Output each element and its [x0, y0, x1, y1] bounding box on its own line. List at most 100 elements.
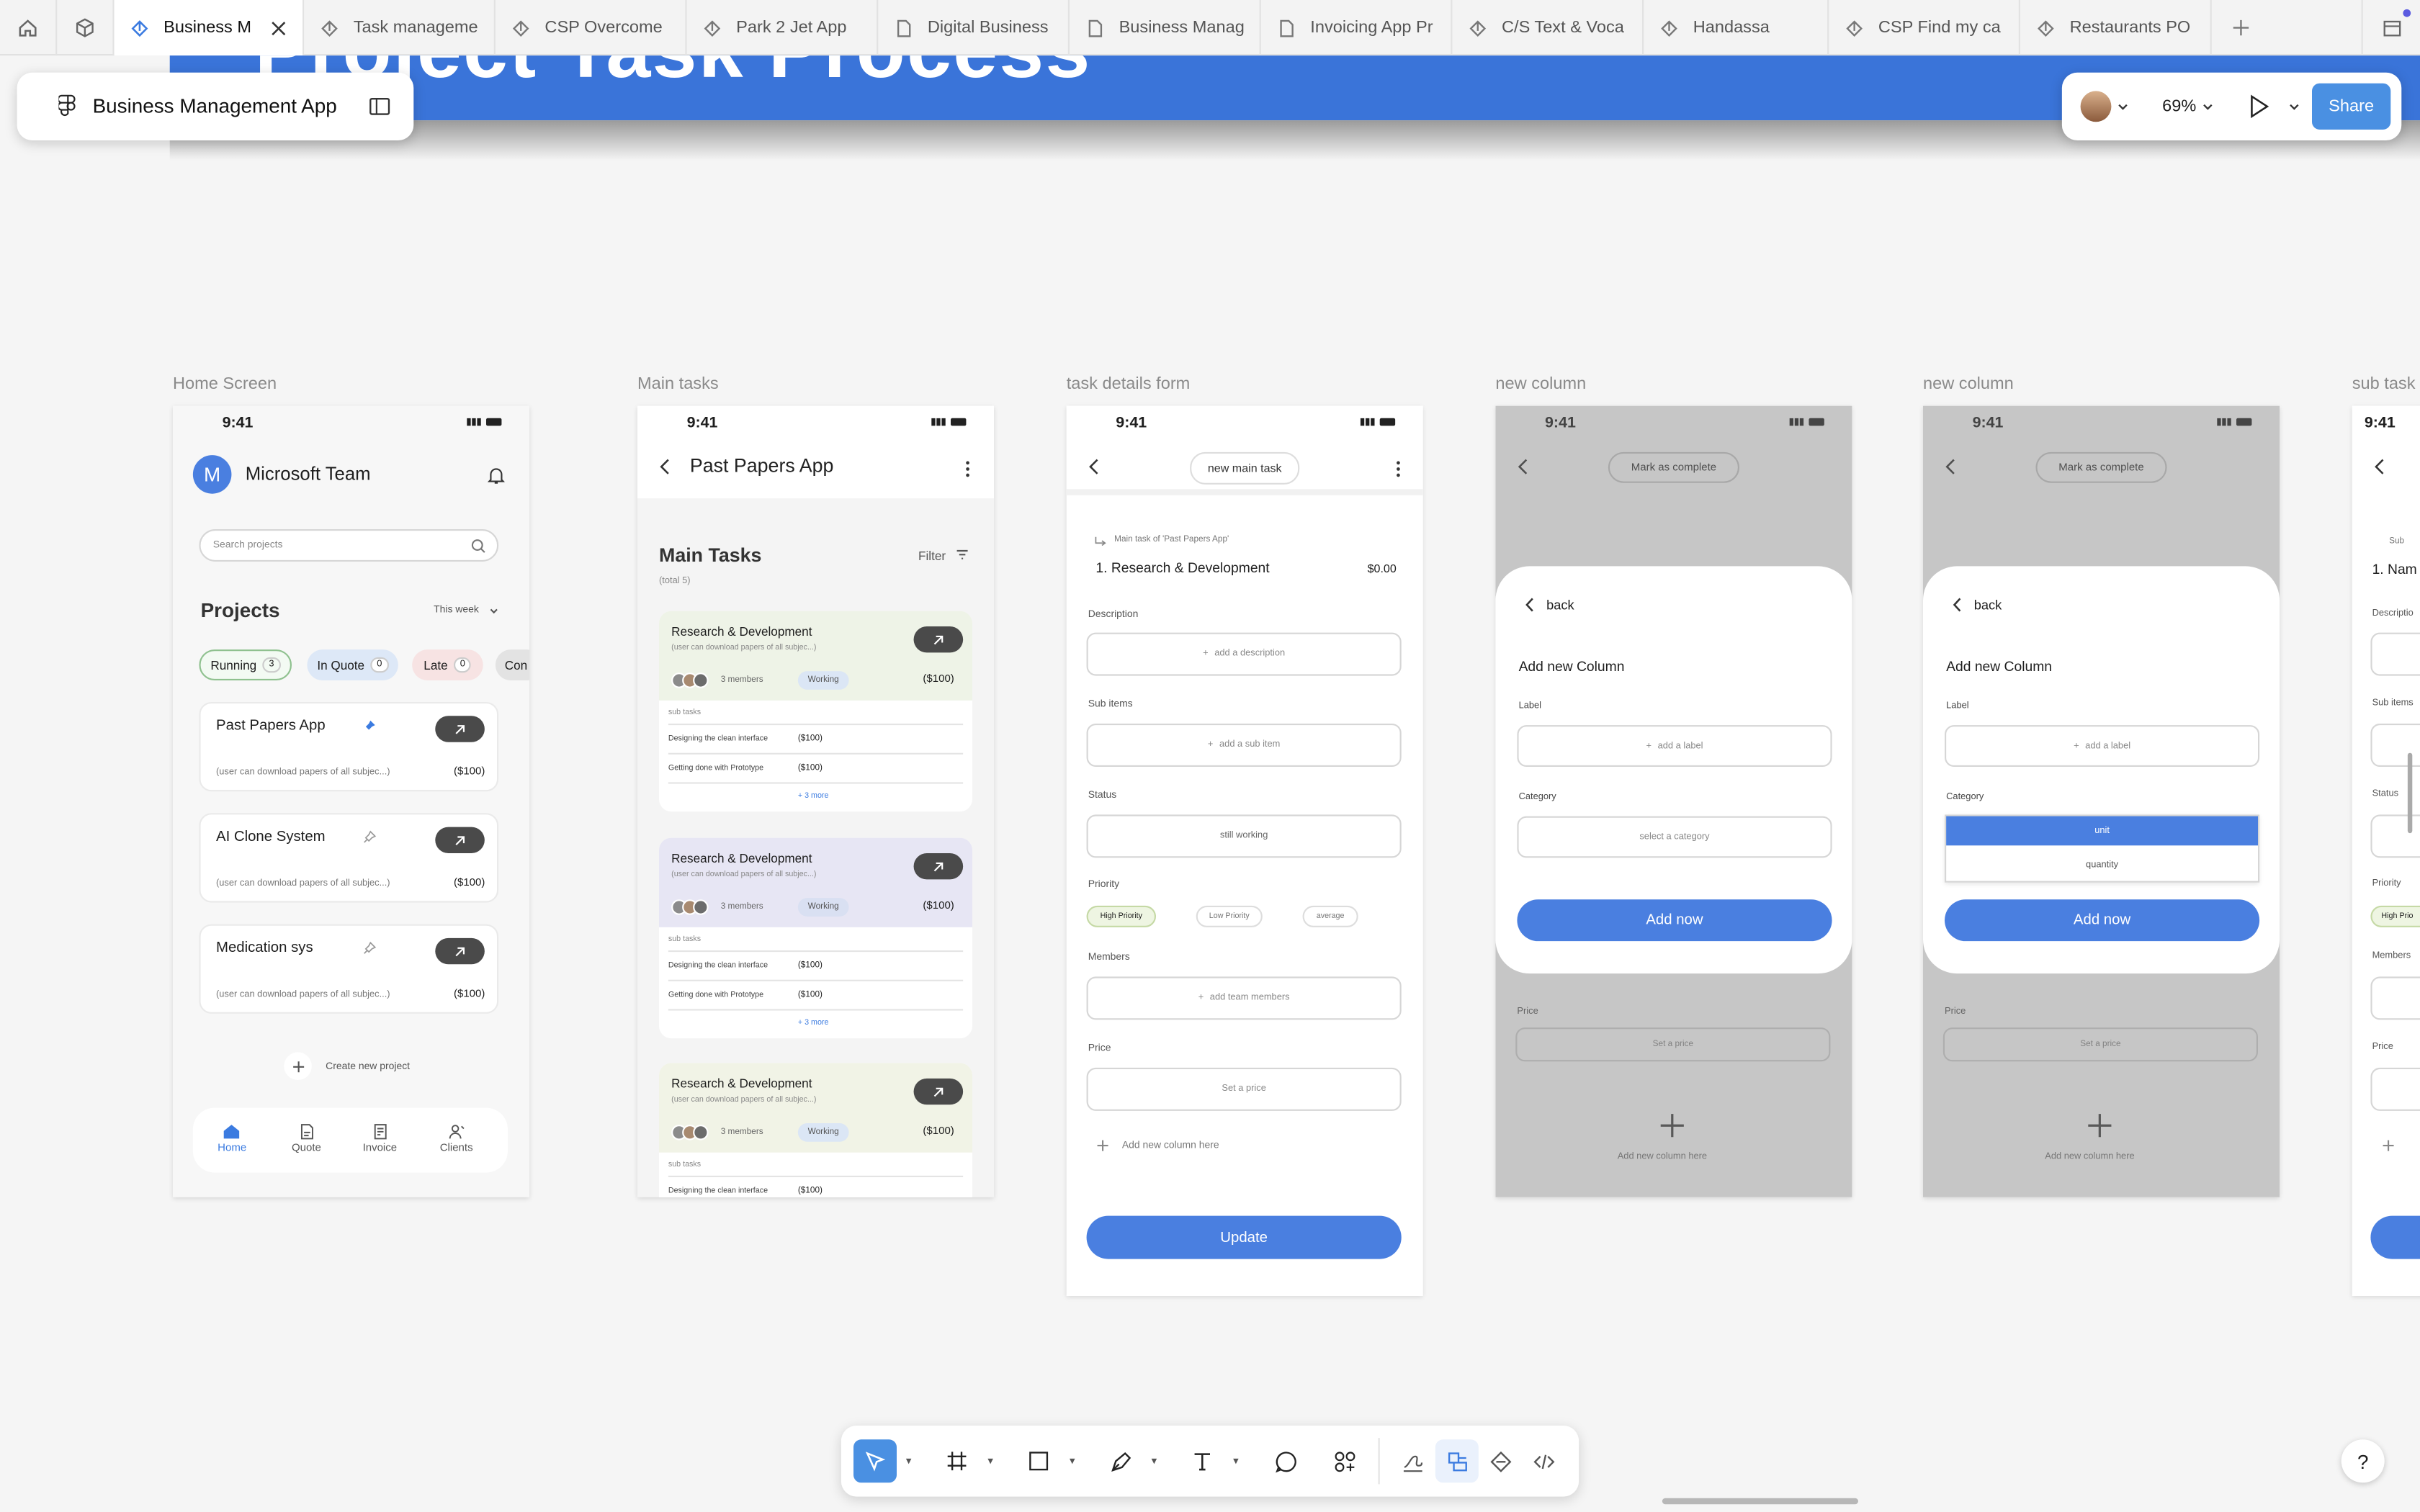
present-play-icon[interactable] — [2249, 94, 2270, 119]
priority-high[interactable]: High Prio — [2370, 905, 2420, 927]
tab-handassa[interactable]: Handassa — [1644, 0, 1829, 56]
nav-clients[interactable]: Clients — [440, 1123, 473, 1154]
price-field[interactable]: Set a price — [1086, 1067, 1402, 1111]
subitems-field[interactable] — [2370, 723, 2420, 767]
open-task-button[interactable] — [913, 1078, 964, 1105]
plus-icon[interactable] — [1095, 1138, 1109, 1152]
nav-quote[interactable]: Quote — [292, 1123, 321, 1154]
sub-task-frame[interactable]: 9:41 Sub 1. Nam Descriptio Sub items Sta… — [2352, 405, 2420, 1296]
status-field[interactable] — [2370, 814, 2420, 858]
back-icon[interactable] — [1088, 458, 1099, 475]
rectangle-tool[interactable] — [1017, 1439, 1060, 1482]
more-icon[interactable] — [1395, 460, 1402, 479]
tab-business-manag[interactable]: Business Manag — [1070, 0, 1261, 56]
plus-icon[interactable] — [2381, 1138, 2395, 1152]
frame-label-sub-task[interactable]: sub task — [2352, 375, 2416, 394]
file-name[interactable]: Business Management App — [93, 94, 337, 117]
project-card[interactable]: Medication sys (user can download papers… — [199, 924, 499, 1014]
task-card[interactable]: Research & Development (user can downloa… — [659, 837, 972, 1039]
draw-tool[interactable] — [1391, 1439, 1434, 1482]
search-input[interactable]: Search projects — [199, 529, 499, 562]
tab-restaurants[interactable]: Restaurants PO — [2020, 0, 2212, 56]
more-subtasks-link[interactable]: + 3 more — [798, 791, 829, 801]
option-unit[interactable]: unit — [1946, 816, 2258, 846]
subtasks-label[interactable]: sub tasks — [668, 708, 701, 718]
nav-invoice[interactable]: Invoice — [363, 1123, 397, 1154]
members-field[interactable]: + add team members — [1086, 976, 1402, 1020]
frame-label-main-tasks[interactable]: Main tasks — [637, 375, 719, 394]
chevron-down-icon[interactable]: ▾ — [1233, 1455, 1239, 1467]
tab-invoicing-app[interactable]: Invoicing App Pr — [1261, 0, 1453, 56]
price-field[interactable] — [2370, 1067, 2420, 1111]
frame-label-new-column-2[interactable]: new column — [1923, 375, 2014, 394]
filter-late[interactable]: Late 0 — [412, 649, 483, 680]
chevron-down-icon[interactable]: ▾ — [987, 1455, 993, 1467]
add-now-button[interactable]: Add now — [1945, 899, 2260, 942]
open-project-button[interactable] — [435, 716, 485, 742]
description-field[interactable] — [2370, 632, 2420, 676]
pin-icon[interactable] — [363, 719, 377, 733]
back-link[interactable]: back — [1974, 597, 2002, 612]
tab-csp-overcome[interactable]: CSP Overcome — [496, 0, 687, 56]
create-project-button[interactable] — [284, 1052, 312, 1080]
create-project-label[interactable]: Create new project — [326, 1061, 410, 1072]
back-icon[interactable] — [1953, 597, 1962, 612]
task-card[interactable]: Research & Development (user can downloa… — [659, 611, 972, 812]
task-name[interactable]: 1. Research & Development — [1095, 560, 1269, 575]
main-tasks-frame[interactable]: 9:41 ▮▮▮ Past Papers App Main Tasks (tota… — [637, 405, 994, 1197]
open-task-button[interactable] — [913, 853, 964, 880]
back-icon[interactable] — [659, 458, 670, 475]
project-card[interactable]: Past Papers App (user can download paper… — [199, 701, 499, 792]
frame-tool[interactable] — [936, 1439, 979, 1482]
horizontal-scrollbar[interactable] — [1662, 1498, 1858, 1505]
update-button[interactable] — [2370, 1215, 2420, 1259]
library-icon[interactable] — [2361, 0, 2420, 56]
nav-home[interactable]: Home — [218, 1123, 246, 1154]
filter-running[interactable]: Running 3 — [199, 649, 292, 680]
user-avatar[interactable] — [2080, 91, 2112, 122]
comment-tool[interactable] — [1264, 1439, 1307, 1482]
chevron-down-icon[interactable] — [2289, 104, 2300, 112]
filter-button[interactable]: Filter — [918, 549, 946, 563]
subtasks-label[interactable]: sub tasks — [668, 935, 701, 945]
add-column-link[interactable]: Add new column here — [1122, 1140, 1219, 1151]
dev-mode-tool[interactable] — [1522, 1439, 1565, 1482]
category-dropdown[interactable]: unit quantity — [1945, 814, 2260, 883]
subitems-field[interactable]: + add a sub item — [1086, 723, 1402, 767]
period-select[interactable]: This week — [434, 605, 479, 616]
zoom-level[interactable]: 69% — [2162, 97, 2196, 116]
pen-tool[interactable] — [1099, 1439, 1142, 1482]
members-field[interactable] — [2370, 976, 2420, 1020]
frame-label-home[interactable]: Home Screen — [173, 375, 277, 394]
option-quantity[interactable]: quantity — [1946, 849, 2258, 881]
label-input[interactable]: + add a label — [1945, 725, 2260, 767]
chevron-down-icon[interactable]: ▾ — [1152, 1455, 1157, 1467]
tab-digital-business[interactable]: Digital Business — [878, 0, 1070, 56]
frame-label-new-column-1[interactable]: new column — [1495, 375, 1586, 394]
subtasks-label[interactable]: sub tasks — [668, 1160, 701, 1169]
task-card[interactable]: Research & Development (user can downloa… — [659, 1063, 972, 1197]
tab-park-2-jet[interactable]: Park 2 Jet App — [687, 0, 879, 56]
priority-low[interactable]: Low Priority — [1196, 905, 1263, 927]
tab-business-management[interactable]: Business M — [114, 0, 305, 56]
open-project-button[interactable] — [435, 937, 485, 965]
add-now-button[interactable]: Add now — [1517, 899, 1832, 942]
chevron-down-icon[interactable]: ▾ — [906, 1455, 912, 1467]
filter-icon[interactable] — [955, 549, 969, 560]
category-select[interactable]: select a category — [1517, 816, 1832, 858]
tab-csp-find[interactable]: CSP Find my ca — [1829, 0, 2020, 56]
actions-tool[interactable] — [1322, 1439, 1366, 1482]
share-button[interactable]: Share — [2312, 83, 2391, 130]
more-subtasks-link[interactable]: + 3 more — [798, 1018, 829, 1027]
move-tool[interactable] — [853, 1439, 897, 1483]
home-screen-frame[interactable]: 9:41 ▮▮▮ M Microsoft Team Search projects… — [173, 405, 529, 1197]
sidebar-toggle-icon[interactable] — [369, 97, 390, 116]
community-icon[interactable] — [57, 0, 115, 56]
back-link[interactable]: back — [1546, 597, 1574, 612]
tab-task-management[interactable]: Task manageme — [304, 0, 496, 56]
back-icon[interactable] — [2374, 458, 2385, 475]
priority-high[interactable]: High Priority — [1086, 905, 1156, 927]
open-task-button[interactable] — [913, 626, 964, 653]
more-icon[interactable] — [964, 460, 971, 479]
update-button[interactable]: Update — [1086, 1215, 1402, 1259]
